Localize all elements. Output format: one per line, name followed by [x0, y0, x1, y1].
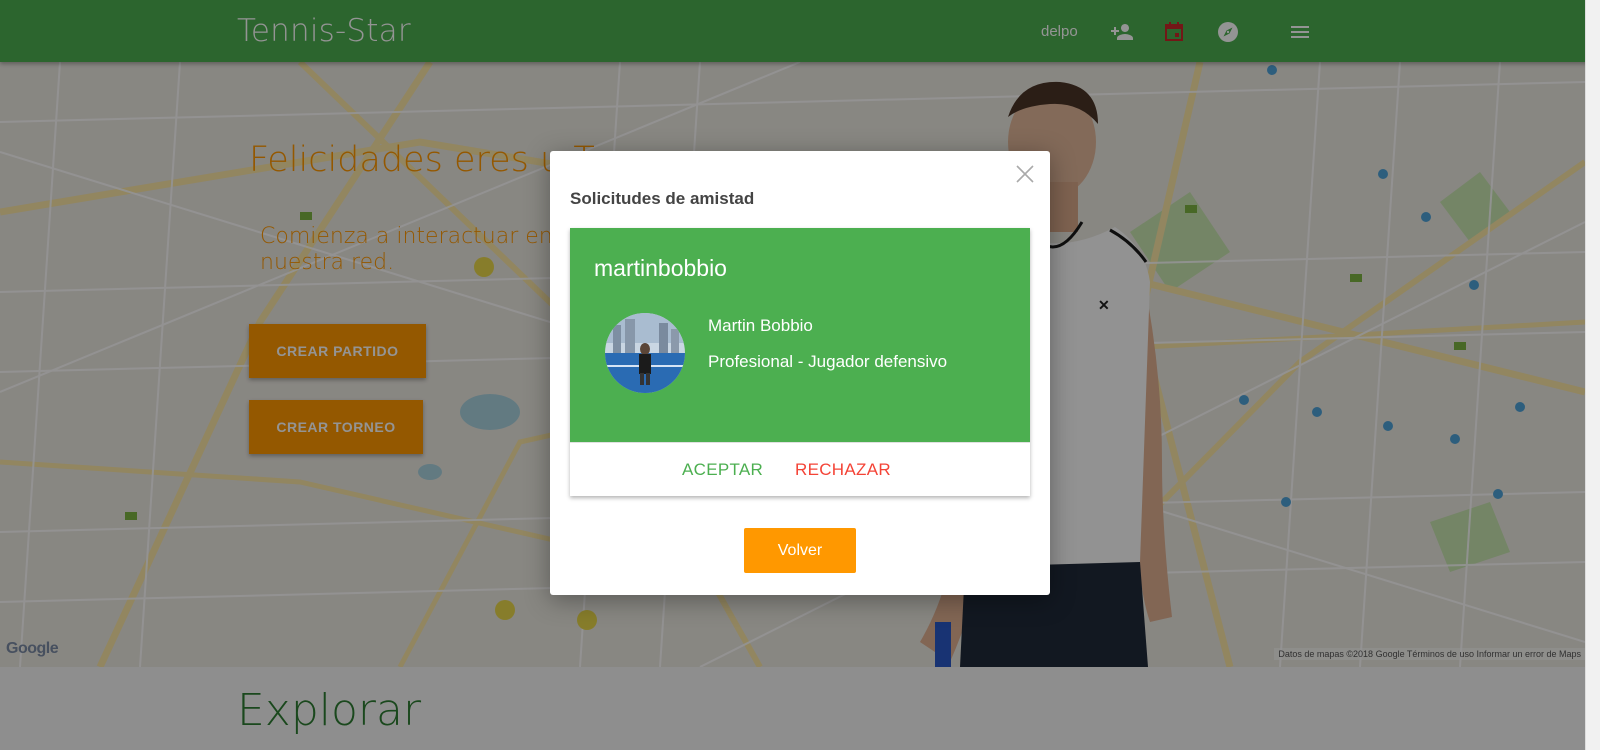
- request-full-name: Martin Bobbio: [708, 316, 813, 335]
- card-actions: ACEPTAR RECHAZAR: [570, 442, 1030, 496]
- avatar[interactable]: [605, 313, 685, 393]
- close-icon[interactable]: [1014, 163, 1036, 185]
- request-username: martinbobbio: [594, 255, 727, 281]
- friend-requests-modal: Solicitudes de amistad martinbobbio Mart…: [550, 151, 1050, 595]
- request-level: Profesional - Jugador defensivo: [708, 352, 948, 371]
- back-button[interactable]: Volver: [744, 528, 856, 573]
- friend-request-card: martinbobbio Martin Bobbio Profesional -…: [570, 228, 1030, 496]
- reject-button[interactable]: RECHAZAR: [795, 460, 891, 480]
- modal-title: Solicitudes de amistad: [570, 189, 755, 208]
- friend-request-card-body: martinbobbio Martin Bobbio Profesional -…: [570, 228, 1030, 442]
- page-scrollbar[interactable]: [1585, 0, 1600, 750]
- accept-button[interactable]: ACEPTAR: [682, 460, 763, 480]
